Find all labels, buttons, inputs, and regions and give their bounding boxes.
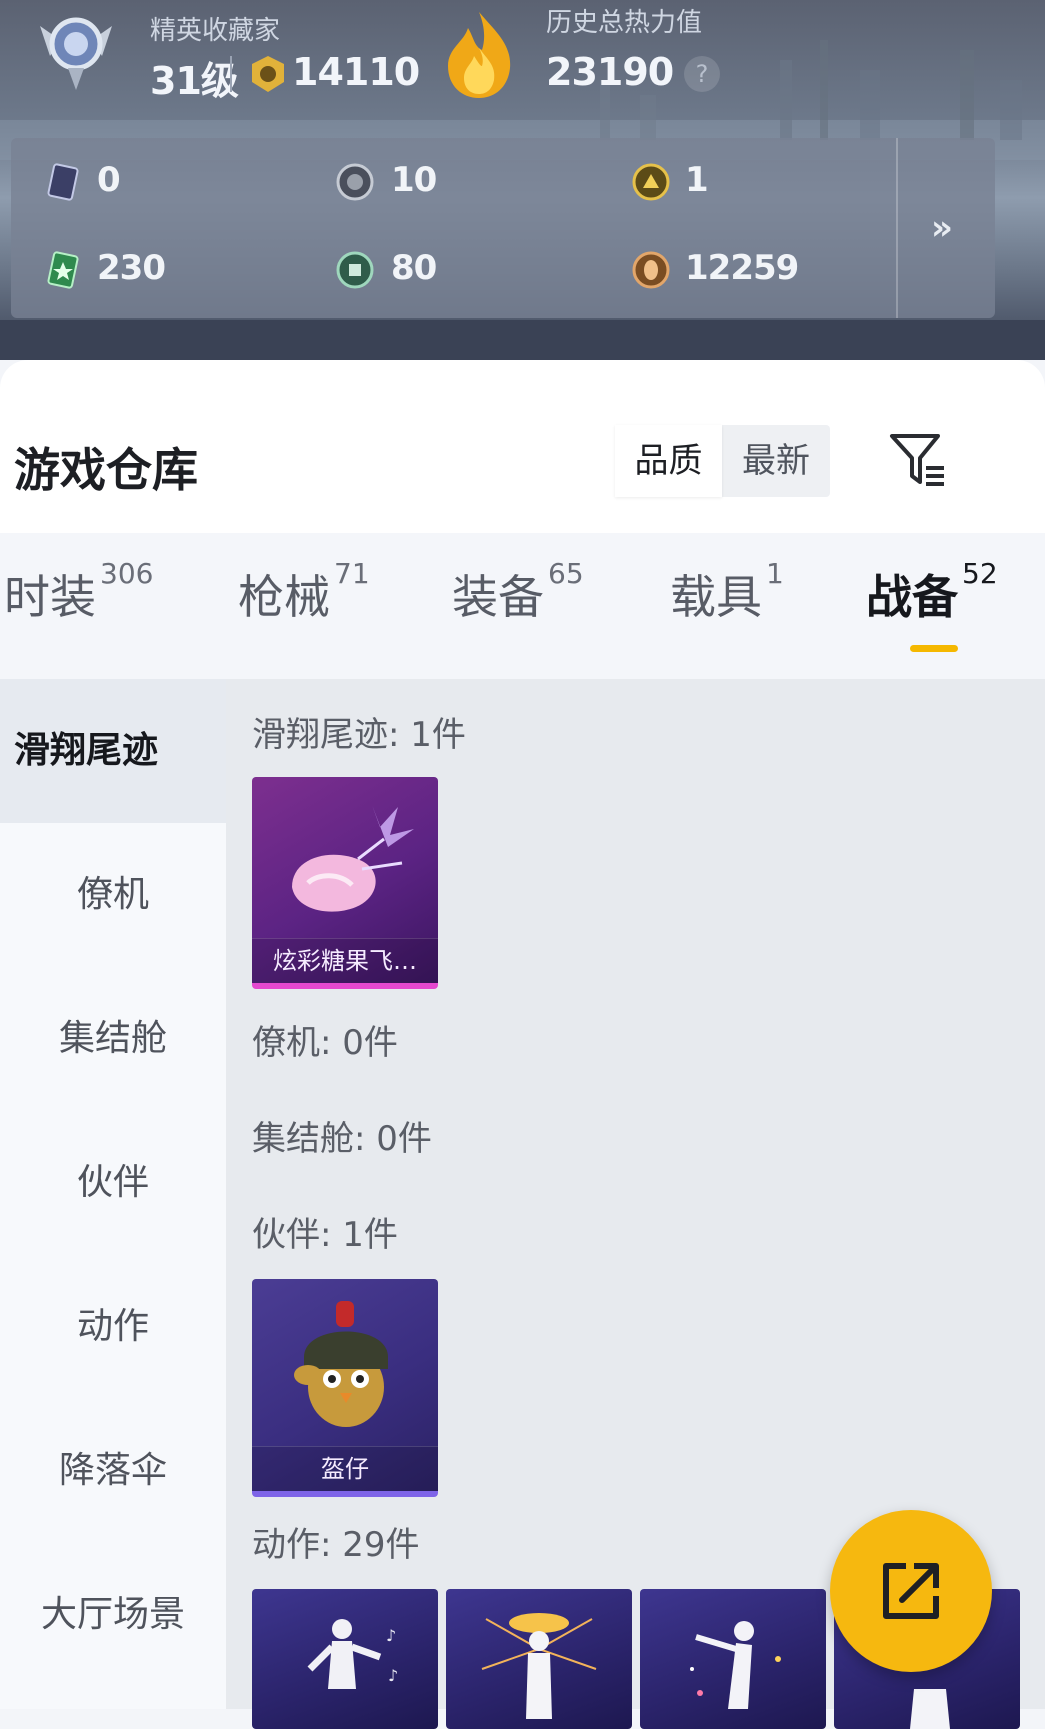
tab-label: 时装 bbox=[4, 570, 96, 624]
subcategory-sidebar: 滑翔尾迹 僚机 集结舱 伙伴 动作 降落伞 大厅场景 bbox=[0, 679, 226, 1709]
player-level: 31级 bbox=[150, 59, 239, 103]
ballet-pose-icon bbox=[690, 1621, 781, 1709]
share-button[interactable] bbox=[830, 1510, 992, 1672]
stat-value: 0 bbox=[97, 160, 121, 200]
item-name: 盔仔 bbox=[252, 1446, 438, 1491]
dance-pose-icon: ♪ ♪ bbox=[307, 1619, 398, 1689]
tab-count: 306 bbox=[100, 557, 154, 590]
svg-text:♪: ♪ bbox=[386, 1626, 396, 1645]
filter-icon[interactable] bbox=[888, 432, 946, 488]
item-card-partner[interactable]: 盔仔 bbox=[252, 1279, 438, 1497]
flame-icon bbox=[448, 12, 511, 98]
tab-label: 装备 bbox=[452, 570, 544, 624]
svg-text:♪: ♪ bbox=[388, 1666, 398, 1685]
sort-quality-button[interactable]: 品质 bbox=[615, 425, 722, 497]
tab-equipment[interactable]: 装备 65 bbox=[452, 557, 584, 627]
item-card-emote[interactable] bbox=[640, 1589, 826, 1729]
active-tab-indicator bbox=[910, 645, 958, 652]
sidebar-item-partner[interactable]: 伙伴 bbox=[0, 1111, 226, 1255]
page-title: 游戏仓库 bbox=[14, 443, 198, 497]
tab-battle-gear[interactable]: 战备 52 bbox=[866, 557, 998, 627]
divider bbox=[230, 56, 232, 92]
section-title: 动作: 29件 bbox=[252, 1525, 420, 1565]
section-title: 滑翔尾迹: 1件 bbox=[252, 715, 466, 755]
tab-count: 65 bbox=[548, 557, 584, 590]
helmet-chick-icon bbox=[294, 1301, 388, 1427]
section-title: 集结舱: 0件 bbox=[252, 1119, 432, 1159]
help-icon[interactable]: ? bbox=[684, 56, 720, 92]
tab-label: 战备 bbox=[866, 570, 958, 624]
card-icon bbox=[47, 163, 79, 201]
sort-toggle: 品质 最新 bbox=[615, 425, 830, 497]
golden-hat-dance-icon bbox=[481, 1613, 597, 1719]
tab-label: 载具 bbox=[670, 570, 762, 624]
heat-value: 23190 bbox=[546, 50, 674, 94]
currency-panel: 0 10 1 230 80 12259 » bbox=[11, 138, 995, 318]
token-gray-icon bbox=[336, 163, 374, 201]
item-card-glide-trail[interactable]: 炫彩糖果飞… bbox=[252, 777, 438, 989]
profile-header: 精英收藏家 31级 14110 历史总热力值 23190 ? 0 10 1 23… bbox=[0, 0, 1045, 360]
sidebar-item-wingman[interactable]: 僚机 bbox=[0, 823, 226, 967]
section-title: 僚机: 0件 bbox=[252, 1023, 398, 1063]
token-gold-icon bbox=[632, 163, 670, 201]
stat-value: 80 bbox=[391, 248, 437, 288]
candy-trail-icon bbox=[292, 805, 414, 912]
stat-value: 230 bbox=[97, 248, 166, 288]
stat-value: 1 bbox=[685, 160, 709, 200]
category-tabs: 时装 306 枪械 71 装备 65 载具 1 战备 52 bbox=[0, 533, 1045, 679]
tab-fashion[interactable]: 时装 306 bbox=[4, 557, 153, 627]
item-name: 炫彩糖果飞… bbox=[252, 938, 438, 983]
sidebar-item-parachute[interactable]: 降落伞 bbox=[0, 1399, 226, 1543]
rank-emblem-icon bbox=[40, 17, 112, 90]
tab-count: 71 bbox=[334, 557, 370, 590]
bronze-coin-icon bbox=[632, 251, 670, 289]
tab-weapons[interactable]: 枪械 71 bbox=[238, 557, 370, 627]
gold-badge-icon bbox=[252, 56, 284, 92]
tab-vehicles[interactable]: 载具 1 bbox=[670, 557, 784, 627]
panel-divider bbox=[896, 138, 898, 318]
sidebar-item-emote[interactable]: 动作 bbox=[0, 1255, 226, 1399]
collector-title: 精英收藏家 bbox=[150, 16, 281, 46]
sort-newest-button[interactable]: 最新 bbox=[722, 425, 830, 497]
external-link-icon bbox=[883, 1563, 939, 1619]
sidebar-item-lobby-scene[interactable]: 大厅场景 bbox=[0, 1543, 226, 1687]
expand-arrow-icon[interactable]: » bbox=[931, 208, 953, 248]
sidebar-item-assembly-pod[interactable]: 集结舱 bbox=[0, 967, 226, 1111]
item-card-emote[interactable]: ♪ ♪ bbox=[252, 1589, 438, 1729]
collector-points: 14110 bbox=[292, 50, 420, 94]
stat-value: 12259 bbox=[685, 248, 799, 288]
section-title: 伙伴: 1件 bbox=[252, 1215, 398, 1255]
green-coin-icon bbox=[336, 251, 374, 289]
heat-label: 历史总热力值 bbox=[546, 8, 703, 38]
sidebar-item-glide-trail[interactable]: 滑翔尾迹 bbox=[0, 679, 226, 823]
item-card-emote[interactable] bbox=[446, 1589, 632, 1729]
green-card-icon bbox=[47, 251, 79, 289]
tab-count: 52 bbox=[962, 557, 998, 590]
stat-value: 10 bbox=[391, 160, 437, 200]
tab-count: 1 bbox=[766, 557, 784, 590]
tab-label: 枪械 bbox=[238, 570, 330, 624]
